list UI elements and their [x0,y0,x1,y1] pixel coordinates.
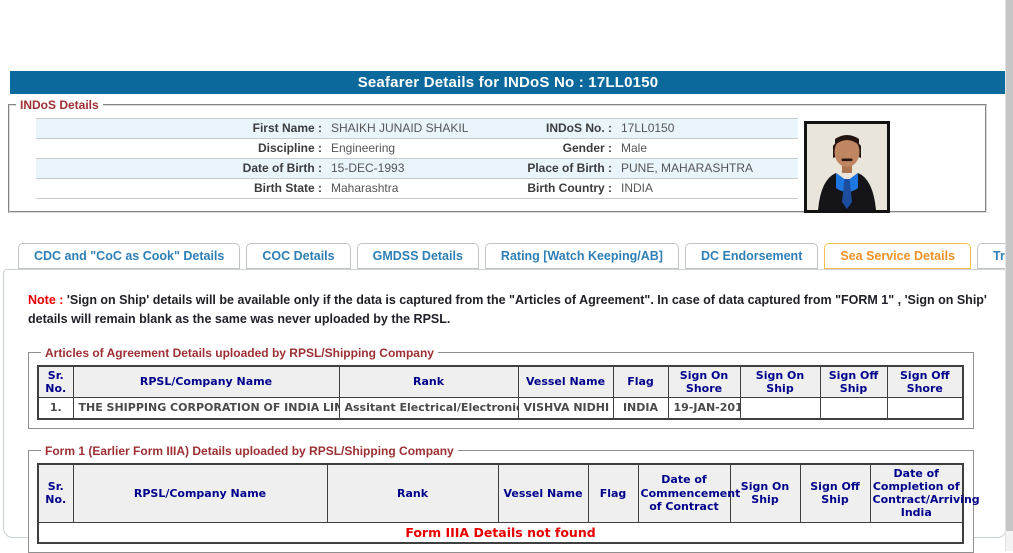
form1-table: Sr. No.RPSL/Company NameRankVessel NameF… [37,463,964,544]
tab-gmdss-details[interactable]: GMDSS Details [357,243,479,269]
scrollbar-thumb[interactable] [1006,0,1013,531]
column-header: Date of Commencement of Contract [638,464,730,522]
column-header: Sign Off Shore [887,366,963,398]
tab-sea-service-details[interactable]: Sea Service Details [824,243,971,269]
column-header: Flag [613,366,668,398]
table-cell: 19-JAN-2018 [668,397,740,419]
articles-legend: Articles of Agreement Details uploaded b… [41,346,438,360]
indos-details-fieldset: INDoS Details First Name :SHAIKH JUNAID … [8,98,987,213]
tab-coc-details[interactable]: COC Details [246,243,350,269]
column-header: Sign Off Ship [800,464,870,522]
note-text: Note : 'Sign on Ship' details will be av… [28,291,988,329]
tab-dc-endorsement[interactable]: DC Endorsement [685,243,818,269]
table-cell: 1. [38,397,73,419]
indos-row: Birth State :MaharashtraBirth Country :I… [36,179,798,199]
seafarer-photo-image [807,124,887,210]
form1-legend: Form 1 (Earlier Form IIIA) Details uploa… [41,444,458,458]
table-cell: THE SHIPPING CORPORATION OF INDIA LIMITE… [73,397,339,419]
field-label: INDoS No. : [492,119,621,138]
note-prefix: Note : [28,293,63,307]
articles-table: Sr. No.RPSL/Company NameRankVessel NameF… [37,365,964,420]
column-header: Sign Off Ship [820,366,887,398]
column-header: Sr. No. [38,464,73,522]
tab-content-panel: Note : 'Sign on Ship' details will be av… [3,269,1007,538]
field-value: 17LL0150 [621,119,798,138]
field-value: INDIA [621,179,798,198]
column-header: Rank [339,366,518,398]
column-header: Sign On Ship [740,366,820,398]
form1-fieldset: Form 1 (Earlier Form IIIA) Details uploa… [28,444,974,553]
field-label: Birth Country : [492,179,621,198]
seafarer-photo [804,121,890,213]
field-label: Place of Birth : [492,159,621,178]
tab-rating-watch-keeping-ab[interactable]: Rating [Watch Keeping/AB] [485,243,679,269]
note-body: 'Sign on Ship' details will be available… [28,293,987,326]
column-header: Sr. No. [38,366,73,398]
field-value: SHAIKH JUNAID SHAKIL [331,119,492,138]
vertical-scrollbar[interactable] [1005,0,1013,551]
page-title: Seafarer Details for INDoS No : 17LL0150 [10,71,1006,94]
table-cell: INDIA [613,397,668,419]
indos-row: Discipline :EngineeringGender :Male [36,139,798,159]
field-value: 15-DEC-1993 [331,159,492,178]
column-header: Flag [588,464,638,522]
indos-row: First Name :SHAIKH JUNAID SHAKILINDoS No… [36,119,798,139]
field-value: PUNE, MAHARASHTRA [621,159,798,178]
indos-row: Date of Birth :15-DEC-1993Place of Birth… [36,159,798,179]
column-header: Rank [327,464,498,522]
tab-cdc-and-coc-as-cook-details[interactable]: CDC and "CoC as Cook" Details [18,243,240,269]
column-header: Sign On Ship [730,464,800,522]
table-cell [887,397,963,419]
field-label: Date of Birth : [36,159,331,178]
articles-fieldset: Articles of Agreement Details uploaded b… [28,346,974,429]
indos-rows: First Name :SHAIKH JUNAID SHAKILINDoS No… [36,118,798,199]
table-cell: Assitant Electrical/Electronics Officer [339,397,518,419]
field-value: Engineering [331,139,492,158]
table-row: 1.THE SHIPPING CORPORATION OF INDIA LIMI… [38,397,963,419]
table-cell [820,397,887,419]
field-label: First Name : [36,119,331,138]
table-cell: VISHVA NIDHI [518,397,613,419]
field-value: Maharashtra [331,179,492,198]
field-label: Birth State : [36,179,331,198]
column-header: RPSL/Company Name [73,464,327,522]
field-label: Discipline : [36,139,331,158]
field-label: Gender : [492,139,621,158]
field-value: Male [621,139,798,158]
indos-details-legend: INDoS Details [16,98,103,112]
table-cell [740,397,820,419]
column-header: Vessel Name [498,464,588,522]
empty-message: Form IIIA Details not found [38,522,963,543]
column-header: RPSL/Company Name [73,366,339,398]
column-header: Vessel Name [518,366,613,398]
column-header: Sign On Shore [668,366,740,398]
column-header: Date of Completion of Contract/Arriving … [870,464,963,522]
tabs-bar: CDC and "CoC as Cook" DetailsCOC Details… [18,243,1013,269]
